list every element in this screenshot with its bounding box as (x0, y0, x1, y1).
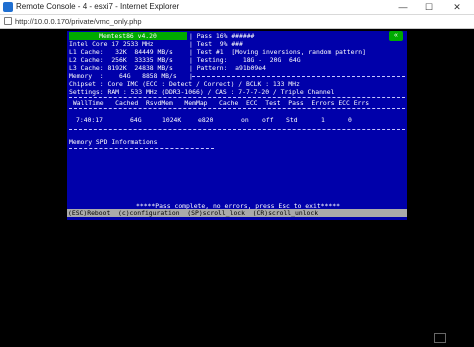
spd-title: Memory SPD Informations (69, 138, 158, 146)
key-hints: (ESC)Reboot (c)configuration (SP)scroll_… (68, 209, 319, 217)
close-icon[interactable]: ✕ (446, 0, 468, 14)
test-pattern: | Pattern: a91b09e4 (189, 64, 266, 72)
window-titlebar: Remote Console - 4 - esxi7 - Internet Ex… (0, 0, 474, 15)
cache-value: on (241, 116, 249, 124)
memtest-version: Memtest86 v4.20 (69, 32, 187, 40)
maximize-icon[interactable]: ☐ (418, 0, 440, 14)
pass-progress: | Pass 16% ###### (189, 32, 255, 40)
resize-icon[interactable] (434, 333, 446, 343)
address-url[interactable]: http://10.0.0.170/private/vmc_only.php (15, 16, 142, 27)
remote-console[interactable]: Memtest86 v4.20 « | Pass 16% ###### Inte… (0, 29, 474, 347)
rsvdmem-value: 1024K (162, 116, 182, 124)
memory-info: Memory : 64G 8858 MB/s (69, 72, 177, 80)
collapse-badge-icon[interactable]: « (389, 31, 403, 41)
status-columns-header: WallTime Cached RsvdMem MemMap Cache ECC… (69, 99, 370, 107)
app-icon (3, 2, 13, 12)
address-bar[interactable]: http://10.0.0.170/private/vmc_only.php (0, 15, 474, 29)
l1-cache: L1 Cache: 32K 84449 MB/s (69, 48, 173, 56)
l2-cache: L2 Cache: 256K 33335 MB/s (69, 56, 173, 64)
divider (192, 76, 405, 77)
test-description: | Test #1 [Moving inversions, random pat… (189, 48, 366, 56)
divider (69, 148, 214, 149)
test-progress: | Test 9% ### (189, 40, 243, 48)
memmap-value: e820 (198, 116, 214, 124)
divider (69, 108, 405, 109)
walltime-value: 7:40:17 (76, 116, 103, 124)
cached-value: 64G (130, 116, 142, 124)
cpu-info: Intel Core i7 2533 MHz (69, 40, 154, 48)
testing-range: | Testing: 18G - 20G 64G (189, 56, 301, 64)
memtest-screen[interactable]: Memtest86 v4.20 « | Pass 16% ###### Inte… (67, 31, 407, 220)
window-title: Remote Console - 4 - esxi7 - Internet Ex… (16, 2, 180, 11)
test-value: Std (286, 116, 298, 124)
divider (69, 97, 405, 98)
ram-settings: Settings: RAM : 533 MHz (DDR3-1066) / CA… (69, 88, 335, 96)
errors-value: 0 (348, 116, 352, 124)
pass-value: 1 (321, 116, 325, 124)
key-hint-bar: (ESC)Reboot (c)configuration (SP)scroll_… (67, 209, 407, 217)
page-icon (4, 17, 12, 25)
ecc-value: off (262, 116, 274, 124)
divider (69, 129, 405, 130)
minimize-icon[interactable]: — (392, 0, 414, 14)
chipset-info: Chipset : Core IMC (ECC : Detect / Corre… (69, 80, 300, 88)
l3-cache: L3 Cache: 8192K 24838 MB/s (69, 64, 173, 72)
